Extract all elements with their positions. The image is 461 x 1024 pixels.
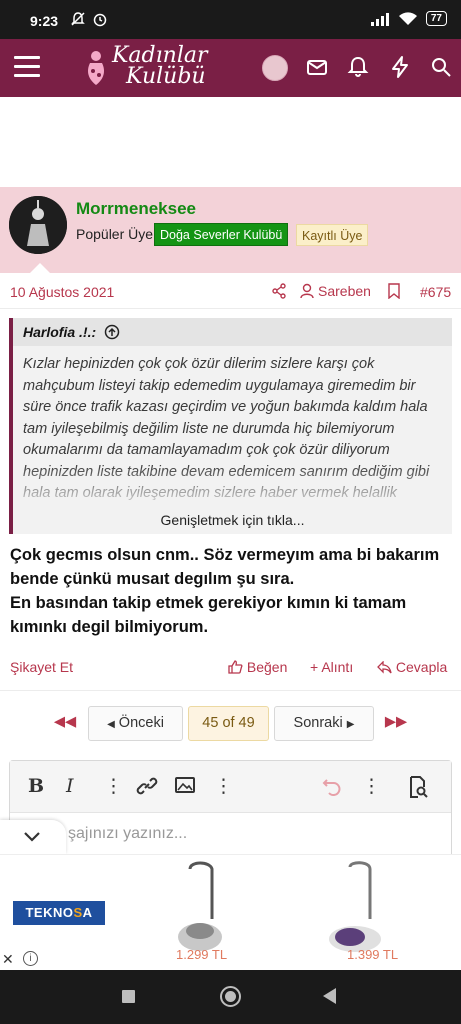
report-link[interactable]: Şikayet Et xyxy=(10,659,73,675)
user-avatar[interactable] xyxy=(9,196,67,254)
italic-icon[interactable]: I xyxy=(66,775,74,797)
vacuum-cleaner-image xyxy=(329,861,381,952)
like-label: Beğen xyxy=(246,659,288,675)
quote-author: Harlofia .!.: xyxy=(23,324,97,340)
post-author-link[interactable]: Sareben xyxy=(300,283,371,299)
user-title: Popüler Üye xyxy=(76,226,154,242)
bell-icon[interactable] xyxy=(346,55,370,79)
quote-button[interactable]: + Alıntı xyxy=(310,659,353,675)
more-options-icon[interactable]: ⋮ xyxy=(104,775,123,798)
close-icon[interactable]: ✕ xyxy=(2,951,14,968)
editor-placeholder[interactable]: şajınızı yazınız... xyxy=(68,825,187,843)
chevron-down-icon xyxy=(24,832,40,842)
teknosa-logo: TEKNOSA xyxy=(13,901,105,925)
home-icon[interactable] xyxy=(220,986,241,1007)
post-message-line1: Çok gecmıs olsun cnm.. Söz vermeyım ama … xyxy=(10,546,440,588)
bold-icon[interactable]: B xyxy=(28,775,44,797)
app-header: Kadınlar Kulübü xyxy=(0,39,461,97)
avatar-image-icon xyxy=(9,196,67,254)
pagination: ◀◀ ◀ Önceki 45 of 49 Sonraki ▶ ▶▶ xyxy=(0,704,461,744)
quote-label: Alıntı xyxy=(321,659,354,675)
plus-icon: + xyxy=(310,659,319,675)
back-icon[interactable] xyxy=(323,988,336,1004)
recents-icon[interactable] xyxy=(122,990,135,1003)
vacuum-cleaner-image xyxy=(178,861,222,951)
post-meta-row: 10 Ağustos 2021 Sareben #675 xyxy=(0,273,461,309)
bookmark-icon[interactable] xyxy=(387,283,401,299)
ad-price-2: 1.399 TL xyxy=(347,947,399,962)
registered-badge: Kayıtlı Üye xyxy=(296,224,369,246)
signal-icon xyxy=(370,12,389,26)
current-page-indicator[interactable]: 45 of 49 xyxy=(188,706,269,741)
user-icon xyxy=(300,283,314,299)
prev-label: Önceki xyxy=(118,715,164,731)
author-name: Sareben xyxy=(318,283,371,299)
reply-icon xyxy=(377,660,392,674)
preview-icon[interactable] xyxy=(407,775,429,799)
post-message: Çok gecmıs olsun cnm.. Söz vermeyım ama … xyxy=(10,543,450,639)
post-actions: Şikayet Et Beğen + Alıntı Cevapla xyxy=(0,655,461,691)
post-number[interactable]: #675 xyxy=(420,284,451,300)
more-options-icon[interactable]: ⋮ xyxy=(362,775,381,798)
link-icon[interactable] xyxy=(136,775,158,797)
next-page-button[interactable]: Sonraki ▶ xyxy=(274,706,374,741)
more-options-icon[interactable]: ⋮ xyxy=(214,775,233,798)
chevron-right-icon: ▶ xyxy=(346,719,355,730)
quote-block: Harlofia .!.: Kızlar hepinizden çok çok … xyxy=(9,318,452,534)
logo-text-line2: Kulübü xyxy=(126,64,206,89)
last-page-icon[interactable]: ▶▶ xyxy=(381,706,411,741)
quote-header[interactable]: Harlofia .!.: xyxy=(13,318,452,346)
prev-page-button[interactable]: ◀ Önceki xyxy=(88,706,183,741)
post-date[interactable]: 10 Ağustos 2021 xyxy=(10,284,114,300)
menu-icon[interactable] xyxy=(14,56,40,78)
avatar[interactable] xyxy=(262,55,288,81)
post-message-line2: En basından takip etmek gerekiyor kımın … xyxy=(10,594,407,636)
muted-notification-icon xyxy=(71,12,85,26)
user-bar-pointer xyxy=(30,263,50,273)
info-icon[interactable]: i xyxy=(23,951,38,966)
ad-collapse-tab[interactable] xyxy=(0,820,66,854)
blank-ad-area xyxy=(0,97,461,187)
share-icon[interactable] xyxy=(271,283,287,299)
logo-mark-icon xyxy=(88,51,104,85)
first-page-icon[interactable]: ◀◀ xyxy=(50,706,80,741)
ad-price-1: 1.299 TL xyxy=(176,947,228,962)
expand-quote-link[interactable]: Genişletmek için tıkla... xyxy=(13,512,452,528)
editor-toolbar: B I ⋮ ⋮ ⋮ xyxy=(10,761,451,813)
system-navigation-bar xyxy=(0,970,461,1024)
undo-icon[interactable] xyxy=(321,775,343,797)
reply-label: Cevapla xyxy=(395,659,448,675)
ad-banner[interactable]: TEKNOSA 1.299 TL 1.399 TL ✕ i xyxy=(0,854,461,970)
username[interactable]: Morrmeneksee xyxy=(76,199,196,219)
status-bar: 9:23 77 xyxy=(0,0,461,39)
search-icon[interactable] xyxy=(429,55,453,79)
wifi-icon xyxy=(398,12,417,25)
thumbs-up-icon xyxy=(228,660,243,674)
reply-editor[interactable]: B I ⋮ ⋮ ⋮ şajınızı yazınız... xyxy=(9,760,452,860)
reply-button[interactable]: Cevapla xyxy=(377,659,447,675)
chevron-left-icon: ◀ xyxy=(107,719,115,730)
lightning-icon[interactable] xyxy=(388,55,412,79)
next-label: Sonraki xyxy=(293,715,343,731)
alarm-icon xyxy=(93,13,107,27)
status-icons-right: 77 xyxy=(370,11,447,26)
image-icon[interactable] xyxy=(174,775,196,795)
group-badge: Doğa Severler Kulübü xyxy=(154,223,289,246)
mail-icon[interactable] xyxy=(305,55,329,79)
arrow-up-circle-icon[interactable] xyxy=(104,324,120,340)
logo-text-line1: Kadınlar xyxy=(112,43,208,68)
like-button[interactable]: Beğen xyxy=(228,659,287,675)
status-time: 9:23 xyxy=(30,13,59,29)
status-icons-left xyxy=(70,11,108,27)
battery-indicator: 77 xyxy=(425,11,447,26)
